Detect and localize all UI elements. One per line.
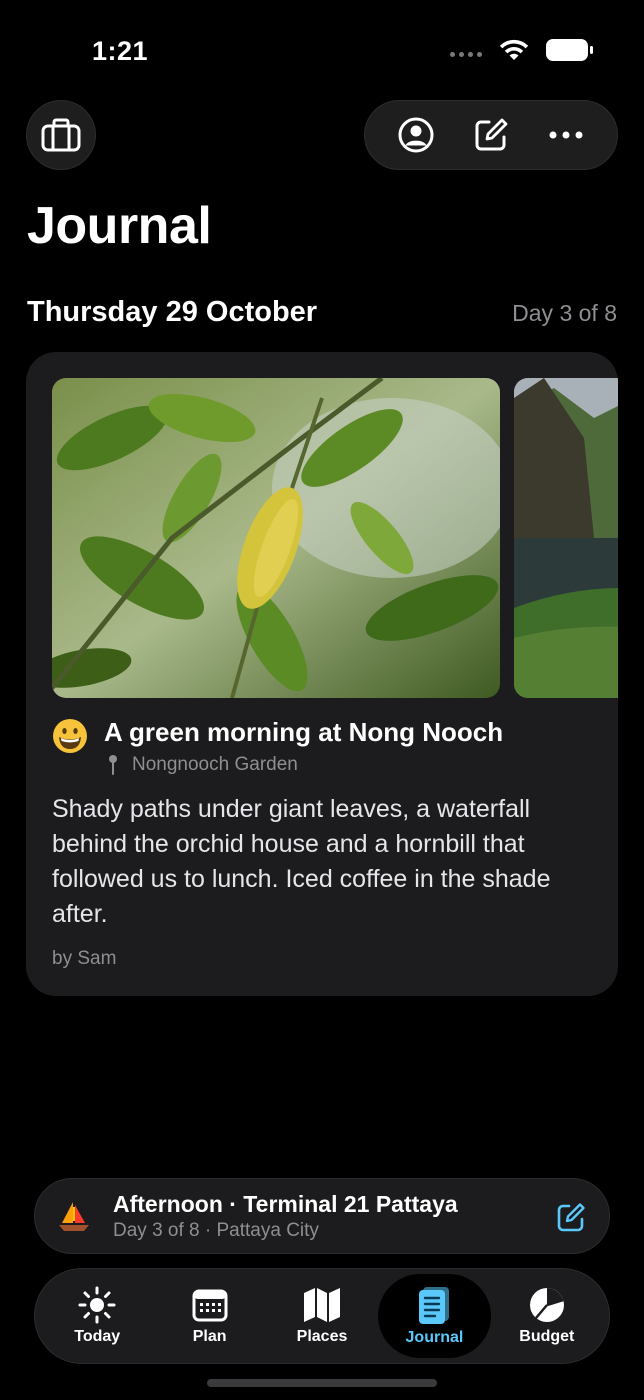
more-button[interactable]	[536, 105, 596, 165]
journal-icon	[419, 1287, 450, 1324]
entry-author: by Sam	[52, 948, 117, 969]
ellipsis-icon	[549, 131, 583, 139]
trips-button[interactable]	[26, 100, 96, 170]
entry-location[interactable]: Nongnooch Garden	[108, 754, 503, 776]
person-circle-icon	[398, 117, 434, 153]
tab-places[interactable]: Places	[266, 1274, 378, 1358]
tab-label-places: Places	[296, 1328, 348, 1345]
status-icons	[450, 38, 594, 62]
tab-label-today: Today	[74, 1328, 121, 1345]
tab-journal[interactable]: Journal	[378, 1274, 491, 1358]
sailboat-icon	[59, 1202, 89, 1231]
tab-bar: Today Plan Places Journal Budget	[34, 1268, 610, 1364]
entry-header: A green morning at Nong Nooch Nongnooch …	[52, 716, 503, 776]
tab-label-journal: Journal	[405, 1329, 464, 1346]
entry-body: Shady paths under giant leaves, a waterf…	[52, 795, 551, 928]
day-progress: Day 3 of 8	[512, 300, 617, 326]
page-title: Journal	[27, 197, 212, 255]
now-title: Afternoon · Terminal 21 Pattaya	[113, 1191, 458, 1217]
entry-title: A green morning at Nong Nooch	[104, 717, 504, 747]
sun-icon	[78, 1286, 116, 1324]
journal-entry-card[interactable]: A green morning at Nong Nooch Nongnooch …	[26, 352, 618, 996]
now-bar[interactable]: Afternoon · Terminal 21 Pattaya Day 3 of…	[34, 1178, 610, 1254]
home-indicator[interactable]	[207, 1379, 437, 1387]
tab-label-plan: Plan	[192, 1328, 227, 1345]
pie-chart-icon	[529, 1288, 564, 1322]
day-date: Thursday 29 October	[27, 296, 318, 328]
wifi-icon	[499, 39, 529, 60]
status-time: 1:21	[92, 36, 149, 66]
green-leaves-photo[interactable]	[52, 378, 500, 698]
top-actions	[364, 100, 618, 170]
day-header: Thursday 29 October Day 3 of 8	[27, 296, 617, 329]
compose-button[interactable]	[461, 105, 521, 165]
calendar-icon	[192, 1289, 228, 1322]
grinning-face-emoji-icon	[53, 719, 87, 753]
pin-icon	[109, 755, 117, 775]
map-icon	[304, 1288, 341, 1322]
tab-budget[interactable]: Budget	[491, 1274, 603, 1358]
photo-carousel[interactable]	[52, 378, 618, 698]
tab-today[interactable]: Today	[41, 1274, 153, 1358]
profile-button[interactable]	[386, 105, 446, 165]
cliff-lake-photo[interactable]	[514, 378, 618, 698]
signal-dots-icon	[450, 51, 482, 57]
battery-icon	[546, 39, 593, 61]
tab-plan[interactable]: Plan	[153, 1274, 265, 1358]
briefcase-icon	[41, 118, 81, 152]
tab-label-budget: Budget	[519, 1328, 575, 1345]
now-subtitle: Day 3 of 8 · Pattaya City	[113, 1220, 319, 1241]
edit-note-icon[interactable]	[555, 1201, 587, 1233]
entry-location-text: Nongnooch Garden	[132, 754, 298, 775]
compose-icon	[475, 118, 508, 151]
